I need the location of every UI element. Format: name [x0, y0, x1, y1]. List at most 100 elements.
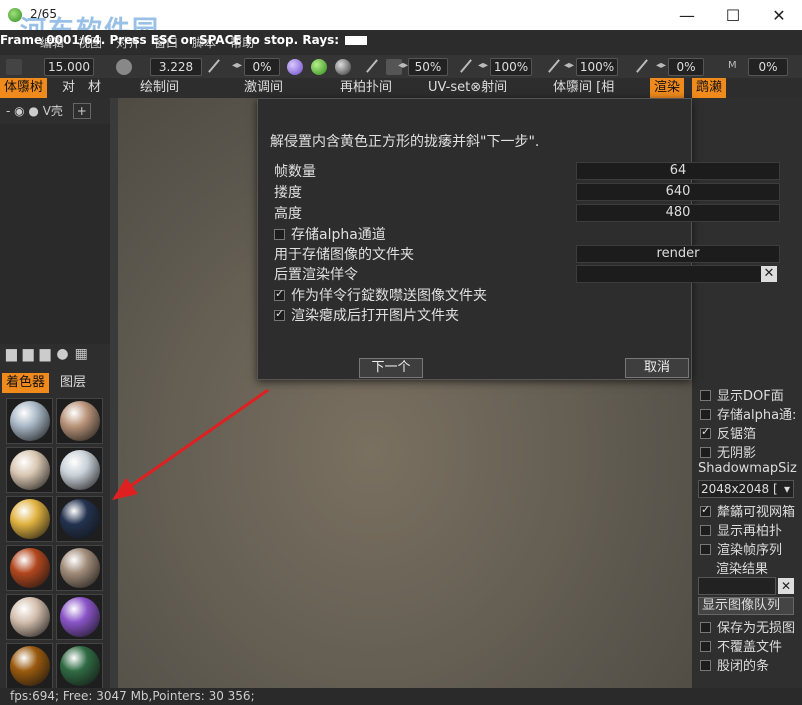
folder-field[interactable]: render — [576, 245, 780, 263]
checkbox[interactable] — [700, 447, 711, 458]
tab-layers[interactable]: 图层 — [56, 373, 90, 393]
tab-tree[interactable]: 体隳树 — [0, 78, 48, 98]
pen-icon[interactable] — [364, 58, 380, 74]
radius-field[interactable]: 15.000 — [44, 58, 94, 76]
tab-objects[interactable]: 对 — [58, 78, 79, 98]
height-field[interactable]: 480 — [576, 204, 780, 222]
store-alpha-option[interactable]: 存储alpha通道 — [274, 224, 386, 244]
dot-icon[interactable]: ● — [56, 346, 74, 362]
clear-icon[interactable]: ✕ — [761, 266, 777, 282]
show-retopo-option[interactable]: 显示再柏扑 — [700, 520, 782, 539]
tab-uv-room[interactable]: UV-set⊗射间 — [424, 78, 511, 98]
pencil-icon[interactable] — [116, 59, 132, 75]
percent-field-5[interactable]: 0% — [668, 58, 704, 76]
material-swatch[interactable] — [6, 447, 53, 493]
tab-shaders[interactable]: 着色器 — [2, 373, 50, 393]
shader-tabs: 着色器 图层 — [0, 373, 110, 393]
tab-retopo-room[interactable]: 再柏扑间 — [336, 78, 396, 98]
tab-render[interactable]: 渲染 — [650, 78, 685, 98]
m-label: M — [728, 60, 737, 71]
pen-icon[interactable] — [206, 58, 222, 74]
shadowmap-select[interactable]: 2048x2048 [▾ — [698, 480, 794, 498]
next-button[interactable]: 下一个 — [359, 358, 423, 378]
checkbox[interactable] — [274, 307, 285, 321]
tab-voxel-room[interactable]: 体隳间 [相 — [549, 78, 618, 98]
material-swatch[interactable] — [56, 594, 103, 640]
close-window-option[interactable]: 股闭的条 — [700, 655, 769, 674]
checkbox[interactable] — [700, 544, 711, 555]
open-folder-option[interactable]: 渲染瘪成后打开图片文件夹 — [274, 305, 459, 325]
checkbox[interactable] — [274, 229, 285, 240]
store-alpha-option[interactable]: 存储alpha通: — [700, 404, 796, 423]
no-shadow-option[interactable]: 无阴影 — [700, 442, 756, 461]
material-ball-icon — [59, 548, 100, 588]
tab-bar: 体隳树 对 材 绘制间 激调间 再柏扑间 UV-set⊗射间 体隳间 [相 渲染… — [0, 78, 802, 98]
gray-sphere-icon[interactable] — [335, 59, 351, 75]
layer-toolbar-text[interactable]: - ◉ ● V壳 — [6, 104, 63, 118]
delete-icon[interactable]: ▆ — [23, 346, 40, 362]
material-swatch[interactable] — [56, 447, 103, 493]
no-shadow-label: 无阴影 — [717, 446, 757, 461]
percent-field-6[interactable]: 0% — [748, 58, 788, 76]
material-swatch[interactable] — [6, 643, 53, 689]
tab-paint-room[interactable]: 绘制间 — [136, 78, 183, 98]
material-swatch[interactable] — [56, 398, 103, 444]
grid-icon[interactable]: ▦ — [75, 346, 94, 362]
render-result-field[interactable] — [698, 577, 776, 595]
frame-count-field[interactable]: 64 — [576, 162, 780, 180]
copy-icon[interactable]: ▆ — [40, 346, 57, 362]
material-swatch[interactable] — [6, 398, 53, 444]
checkbox[interactable] — [700, 425, 711, 439]
arrow-icon: ◂▸ — [398, 60, 409, 71]
material-swatch[interactable] — [6, 545, 53, 591]
checkbox[interactable] — [700, 525, 711, 536]
material-swatch[interactable] — [56, 643, 103, 689]
minimize-button[interactable]: — — [664, 0, 710, 30]
folder-icon[interactable]: ▆ — [6, 346, 23, 362]
checkbox[interactable] — [700, 503, 711, 517]
tab-materials[interactable]: 材 — [84, 78, 105, 98]
percent-field-4[interactable]: 100% — [576, 58, 618, 76]
cancel-button[interactable]: 取消 — [625, 358, 689, 378]
checkbox[interactable] — [700, 390, 711, 401]
checkbox[interactable] — [700, 409, 711, 420]
strength-field[interactable]: 3.228 — [150, 58, 202, 76]
clear-icon[interactable]: ✕ — [778, 578, 794, 594]
save-lossless-option[interactable]: 保存为无损图 — [700, 617, 795, 636]
material-swatch[interactable] — [6, 594, 53, 640]
no-overwrite-option[interactable]: 不覆盖文件 — [700, 636, 782, 655]
close-button[interactable]: ✕ — [756, 0, 802, 30]
material-swatch[interactable] — [56, 496, 103, 542]
brush-icon[interactable] — [6, 59, 22, 75]
material-swatch[interactable] — [6, 496, 53, 542]
send-folder-option[interactable]: 作为佯令行錠数噤送图像文件夹 — [274, 285, 487, 305]
material-ball-icon — [59, 499, 100, 539]
add-layer-button[interactable]: + — [72, 103, 91, 119]
post-command-field[interactable] — [576, 265, 762, 283]
percent-field-2[interactable]: 50% — [408, 58, 448, 76]
width-field[interactable]: 640 — [576, 183, 780, 201]
pen-icon[interactable] — [546, 58, 562, 74]
show-queue-button[interactable]: 显示图像队列 — [698, 597, 794, 615]
show-dof-label: 显示DOF面 — [717, 389, 784, 404]
purple-sphere-icon[interactable] — [287, 59, 303, 75]
checkbox[interactable] — [700, 641, 711, 652]
object-tree-list[interactable] — [0, 124, 110, 344]
checkbox[interactable] — [700, 622, 711, 633]
pen-icon[interactable] — [458, 58, 474, 74]
percent-field-1[interactable]: 0% — [244, 58, 280, 76]
show-dof-option[interactable]: 显示DOF面 — [700, 385, 784, 404]
green-sphere-icon[interactable] — [311, 59, 327, 75]
tab-sculpt-room[interactable]: 激调间 — [240, 78, 287, 98]
folder-label: 用于存储图像的文件夹 — [274, 247, 414, 263]
pen-icon[interactable] — [634, 58, 650, 74]
checkbox[interactable] — [274, 287, 285, 301]
material-swatch[interactable] — [56, 545, 103, 591]
maximize-button[interactable]: ☐ — [710, 0, 756, 30]
visible-mesh-option[interactable]: 犛鏋可视网箱 — [700, 501, 795, 520]
tab-extra[interactable]: 鹉濑 — [692, 78, 727, 98]
render-sequence-option[interactable]: 渲染帧序列 — [700, 539, 782, 558]
antialias-option[interactable]: 反锯箔 — [700, 423, 756, 442]
percent-field-3[interactable]: 100% — [490, 58, 532, 76]
checkbox[interactable] — [700, 660, 711, 671]
